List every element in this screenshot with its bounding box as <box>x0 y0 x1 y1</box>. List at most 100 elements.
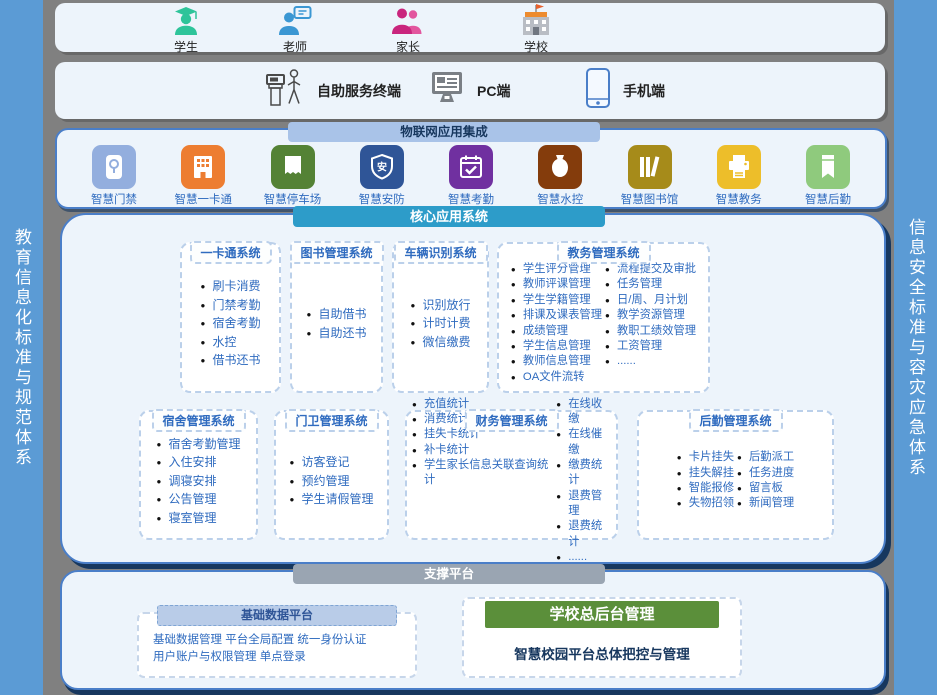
system-card-items: 宿舍考勤管理入住安排调寝安排公告管理寝室管理 <box>150 419 246 532</box>
system-item: 新闻管理 <box>737 496 794 511</box>
support-panel-header: 支撑平台 <box>293 564 605 584</box>
system-card: 财务管理系统充值统计消费统计挂失卡统计补卡统计学生家长信息关联查询统计在线收缴在… <box>405 410 618 540</box>
system-item: 公告管理 <box>156 490 240 509</box>
system-item: 教师信息管理 <box>511 354 602 369</box>
system-card-title: 宿舍管理系统 <box>151 409 245 432</box>
system-item: 在线收缴 <box>556 397 611 428</box>
system-card: 图书管理系统自助借书自助还书 <box>290 242 383 393</box>
phone-icon <box>583 67 613 114</box>
onecard-icon <box>181 145 225 189</box>
system-item: 在线催缴 <box>556 427 611 458</box>
system-card-items: 卡片挂失挂失解挂智能报修失物招领后勤派工任务进度留言板新闻管理 <box>672 434 799 515</box>
base-data-platform-body: 基础数据管理 平台全局配置 统一身份认证 用户账户与权限管理 单点登录 <box>153 632 407 667</box>
system-item: 学生家长信息关联查询统计 <box>412 458 553 489</box>
parents-icon <box>390 5 426 37</box>
base-platform-line-2: 用户账户与权限管理 单点登录 <box>153 649 407 666</box>
system-item: 识别放行 <box>410 296 470 315</box>
system-item-column: 识别放行计时计费微信缴费 <box>410 296 470 352</box>
system-item: 日/周、月计划 <box>605 293 696 308</box>
support-platform-panel: 支撑平台 基础数据平台 基础数据管理 平台全局配置 统一身份认证 用户账户与权限… <box>60 570 886 690</box>
system-item: 留言板 <box>737 481 794 496</box>
iot-label-academic: 智慧教务 <box>716 191 762 207</box>
system-item: 补卡统计 <box>412 443 553 458</box>
core-applications-panel: 核心应用系统 一卡通系统刷卡消费门禁考勤宿舍考勤水控借书还书图书管理系统自助借书… <box>60 213 886 564</box>
iot-label-logistics: 智慧后勤 <box>805 191 851 207</box>
iot-label-onecard: 智慧一卡通 <box>175 191 233 207</box>
access-icon <box>92 145 136 189</box>
terminal-pc: PC端 <box>427 62 510 119</box>
system-item: 教师评课管理 <box>511 277 602 292</box>
school-admin-title: 学校总后台管理 <box>485 601 719 628</box>
iot-item-onecard: 智慧一卡通 <box>170 145 236 207</box>
system-item-column: 自助借书自助还书 <box>306 305 366 342</box>
system-item: 访客登记 <box>289 453 373 472</box>
system-item-column: 后勤派工任务进度留言板新闻管理 <box>737 450 794 511</box>
system-card: 一卡通系统刷卡消费门禁考勤宿舍考勤水控借书还书 <box>180 242 281 393</box>
student-icon <box>169 5 203 37</box>
user-label-parents: 家长 <box>396 38 420 55</box>
system-card-items: 刷卡消费门禁考勤宿舍考勤水控借书还书 <box>194 261 266 374</box>
iot-item-library: 智慧图书馆 <box>617 145 683 207</box>
system-item: 寝室管理 <box>156 509 240 528</box>
system-item: 任务管理 <box>605 277 696 292</box>
system-item: 入住安排 <box>156 453 240 472</box>
user-label-student: 学生 <box>174 38 198 55</box>
teacher-icon <box>277 5 313 37</box>
system-item-column: 刷卡消费门禁考勤宿舍考勤水控借书还书 <box>200 277 260 370</box>
attendance-icon <box>449 145 493 189</box>
system-card-title: 一卡通系统 <box>189 241 271 264</box>
system-card: 宿舍管理系统宿舍考勤管理入住安排调寝安排公告管理寝室管理 <box>139 410 258 540</box>
logistics-icon <box>806 145 850 189</box>
system-item: 流程提交及审批 <box>605 262 696 277</box>
iot-label-parking: 智慧停车场 <box>264 191 322 207</box>
parking-icon <box>271 145 315 189</box>
system-item-column: 宿舍考勤管理入住安排调寝安排公告管理寝室管理 <box>156 435 240 528</box>
user-parents: 家长 <box>372 5 444 55</box>
kiosk-icon <box>263 66 307 115</box>
system-card: 门卫管理系统访客登记预约管理学生请假管理 <box>274 410 389 540</box>
base-data-platform-title: 基础数据平台 <box>157 605 397 626</box>
iot-item-academic: 智慧教务 <box>706 145 772 207</box>
iot-item-security: 安智慧安防 <box>349 145 415 207</box>
system-item: ...... <box>605 354 696 369</box>
system-card-title: 车辆识别系统 <box>393 241 487 264</box>
security-icon: 安 <box>360 145 404 189</box>
smart-campus-architecture-diagram: 教育信息化标准与规范体系 信息安全标准与容灾应急体系 学生老师家长学校 自助服务… <box>0 0 937 695</box>
system-item: 计时计费 <box>410 314 470 333</box>
left-standards-label: 教育信息化标准与规范体系 <box>13 228 30 468</box>
iot-item-access: 智慧门禁 <box>81 145 147 207</box>
system-item: 学生学籍管理 <box>511 293 602 308</box>
system-card: 车辆识别系统识别放行计时计费微信缴费 <box>392 242 489 393</box>
system-card-title: 门卫管理系统 <box>284 409 378 432</box>
system-item: 门禁考勤 <box>200 296 260 315</box>
system-item: 学生信息管理 <box>511 339 602 354</box>
terminals-panel: 自助服务终端PC端手机端 <box>55 62 885 119</box>
system-item: 教学资源管理 <box>605 308 696 323</box>
system-item: 成绩管理 <box>511 324 602 339</box>
system-item-column: 访客登记预约管理学生请假管理 <box>289 453 373 509</box>
system-item: 自助还书 <box>306 324 366 343</box>
iot-item-water: 智慧水控 <box>527 145 593 207</box>
iot-panel-header: 物联网应用集成 <box>288 122 600 142</box>
school-admin-description: 智慧校园平台总体把控与管理 <box>464 643 740 663</box>
system-item: 学生请假管理 <box>289 490 373 509</box>
system-item-column: 学生评分管理教师评课管理学生学籍管理排课及课表管理成绩管理学生信息管理教师信息管… <box>511 262 602 385</box>
library-icon <box>628 145 672 189</box>
system-card-items: 访客登记预约管理学生请假管理 <box>283 437 379 513</box>
iot-label-attendance: 智慧考勤 <box>448 191 494 207</box>
system-card-title: 财务管理系统 <box>464 409 558 432</box>
svg-text:安: 安 <box>377 161 387 174</box>
right-standards-label: 信息安全标准与容灾应急体系 <box>907 218 924 478</box>
system-item: 教职工绩效管理 <box>605 324 696 339</box>
iot-item-logistics: 智慧后勤 <box>795 145 861 207</box>
system-item: 学生评分管理 <box>511 262 602 277</box>
system-item: 借书还书 <box>200 351 260 370</box>
terminal-label-pc: PC端 <box>477 81 510 101</box>
system-item: 退费统计 <box>556 519 611 550</box>
system-item: 调寝安排 <box>156 472 240 491</box>
system-card-items: 自助借书自助还书 <box>300 289 372 346</box>
system-card-items: 识别放行计时计费微信缴费 <box>404 280 476 356</box>
system-item: 水控 <box>200 333 260 352</box>
core-panel-header: 核心应用系统 <box>293 206 605 227</box>
system-card: 教务管理系统学生评分管理教师评课管理学生学籍管理排课及课表管理成绩管理学生信息管… <box>497 242 710 393</box>
